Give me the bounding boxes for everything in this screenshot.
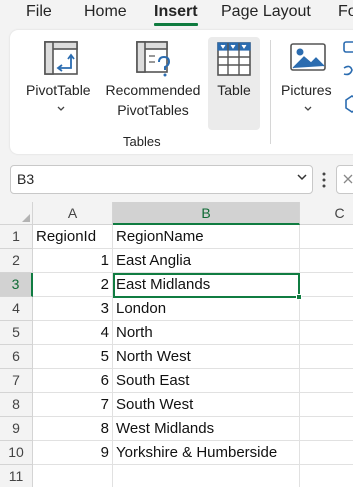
spreadsheet-grid: A B C 1 RegionId RegionName 2 1 East Ang… bbox=[0, 202, 353, 487]
name-box[interactable]: B3 bbox=[10, 165, 313, 194]
cell-b7[interactable]: South East bbox=[113, 369, 300, 393]
close-icon bbox=[343, 174, 353, 184]
chevron-down-icon[interactable] bbox=[296, 172, 308, 182]
cell-b5[interactable]: North bbox=[113, 321, 300, 345]
cell-a6[interactable]: 5 bbox=[33, 345, 113, 369]
cell-c6[interactable] bbox=[300, 345, 353, 369]
cell-c5[interactable] bbox=[300, 321, 353, 345]
cell-b8[interactable]: South West bbox=[113, 393, 300, 417]
more-options-icon[interactable] bbox=[322, 171, 326, 189]
cell-b2[interactable]: East Anglia bbox=[113, 249, 300, 273]
pivottable-icon bbox=[44, 41, 78, 75]
cell-a4[interactable]: 3 bbox=[33, 297, 113, 321]
row-header[interactable]: 8 bbox=[0, 393, 33, 417]
cancel-entry-button[interactable] bbox=[336, 165, 353, 194]
cell-b1[interactable]: RegionName bbox=[113, 225, 300, 249]
pictures-icon bbox=[290, 43, 326, 71]
cell-a3[interactable]: 2 bbox=[33, 273, 113, 297]
chevron-down-icon bbox=[304, 106, 312, 111]
cell-c9[interactable] bbox=[300, 417, 353, 441]
select-all-corner[interactable] bbox=[0, 202, 33, 225]
row-header[interactable]: 1 bbox=[0, 225, 33, 249]
table-button[interactable]: Table bbox=[208, 37, 260, 130]
pivottable-label: PivotTable bbox=[26, 82, 91, 98]
tab-insert[interactable]: Insert bbox=[154, 2, 198, 22]
column-header-b[interactable]: B bbox=[113, 202, 300, 225]
cell-b11[interactable] bbox=[113, 465, 300, 487]
recommended-label-line1: Recommended bbox=[105, 82, 201, 98]
row-header[interactable]: 5 bbox=[0, 321, 33, 345]
tab-file[interactable]: File bbox=[26, 2, 52, 22]
pivottable-button[interactable]: PivotTable bbox=[22, 36, 100, 120]
cell-a11[interactable] bbox=[33, 465, 113, 487]
cell-b4[interactable]: London bbox=[113, 297, 300, 321]
table-label: Table bbox=[217, 82, 251, 98]
recommended-pivottables-button[interactable]: Recommended PivotTables bbox=[100, 36, 206, 126]
pictures-label: Pictures bbox=[281, 82, 332, 98]
cell-a1[interactable]: RegionId bbox=[33, 225, 113, 249]
row-header[interactable]: 4 bbox=[0, 297, 33, 321]
cell-c4[interactable] bbox=[300, 297, 353, 321]
cell-b3[interactable]: East Midlands bbox=[113, 273, 300, 297]
cell-a8[interactable]: 7 bbox=[33, 393, 113, 417]
shapes-icon[interactable] bbox=[340, 40, 353, 122]
active-tab-indicator bbox=[154, 23, 198, 26]
cell-a10[interactable]: 9 bbox=[33, 441, 113, 465]
cell-c11[interactable] bbox=[300, 465, 353, 487]
recommended-pivottables-icon bbox=[136, 41, 171, 77]
cell-c8[interactable] bbox=[300, 393, 353, 417]
cell-c3[interactable] bbox=[300, 273, 353, 297]
column-header-a[interactable]: A bbox=[33, 202, 113, 225]
fill-handle[interactable] bbox=[296, 294, 302, 300]
cell-b9[interactable]: West Midlands bbox=[113, 417, 300, 441]
row-header[interactable]: 9 bbox=[0, 417, 33, 441]
menu-bar: File Home Insert Page Layout Fo bbox=[0, 0, 353, 26]
name-box-value: B3 bbox=[17, 171, 35, 187]
ribbon-group-separator bbox=[270, 40, 271, 144]
cell-a7[interactable]: 6 bbox=[33, 369, 113, 393]
cell-b10[interactable]: Yorkshire & Humberside bbox=[113, 441, 300, 465]
row-header[interactable]: 2 bbox=[0, 249, 33, 273]
table-icon bbox=[217, 42, 251, 76]
row-header[interactable]: 7 bbox=[0, 369, 33, 393]
column-header-c[interactable]: C bbox=[300, 202, 353, 225]
recommended-label-line2: PivotTables bbox=[117, 102, 189, 118]
row-header[interactable]: 10 bbox=[0, 441, 33, 465]
cell-c10[interactable] bbox=[300, 441, 353, 465]
tab-home[interactable]: Home bbox=[84, 2, 127, 22]
cell-c2[interactable] bbox=[300, 249, 353, 273]
row-header[interactable]: 6 bbox=[0, 345, 33, 369]
tab-page-layout[interactable]: Page Layout bbox=[221, 2, 311, 22]
cell-c1[interactable] bbox=[300, 225, 353, 249]
ribbon-group-tables-label: Tables bbox=[123, 134, 161, 149]
cell-c7[interactable] bbox=[300, 369, 353, 393]
pictures-button[interactable]: Pictures bbox=[278, 36, 338, 120]
cell-b6[interactable]: North West bbox=[113, 345, 300, 369]
tab-formulas[interactable]: Fo bbox=[338, 2, 353, 22]
chevron-down-icon bbox=[57, 106, 65, 111]
cell-a2[interactable]: 1 bbox=[33, 249, 113, 273]
row-header[interactable]: 3 bbox=[0, 273, 33, 297]
cell-a5[interactable]: 4 bbox=[33, 321, 113, 345]
row-header[interactable]: 11 bbox=[0, 465, 33, 487]
cell-a9[interactable]: 8 bbox=[33, 417, 113, 441]
